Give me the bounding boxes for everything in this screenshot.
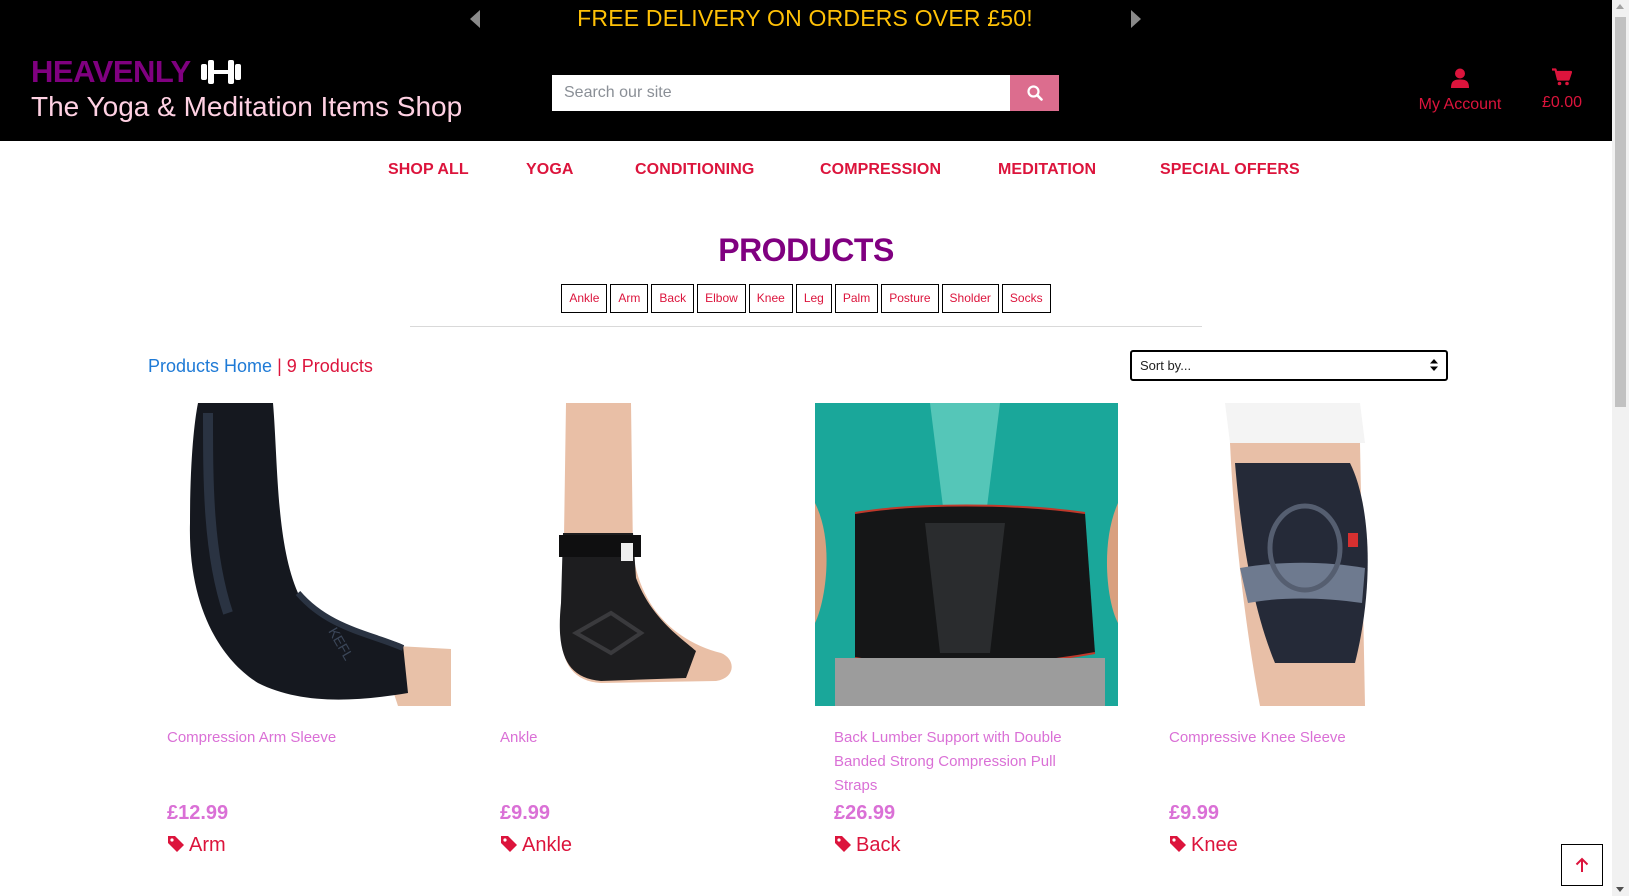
product-category-link[interactable]: Knee xyxy=(1169,832,1238,858)
product-price: £9.99 xyxy=(500,802,551,824)
shopping-cart-icon xyxy=(1552,68,1573,86)
user-icon xyxy=(1451,68,1469,88)
scroll-up-arrow-icon[interactable] xyxy=(1616,4,1624,9)
nav-meditation[interactable]: MEDITATION xyxy=(998,160,1096,180)
banner-prev-arrow-icon[interactable] xyxy=(466,8,486,30)
banner-next-arrow-icon[interactable] xyxy=(1125,8,1145,30)
filter-knee[interactable]: Knee xyxy=(748,284,793,313)
filter-socks[interactable]: Socks xyxy=(1001,284,1051,313)
brand-tagline: The Yoga & Meditation Items Shop xyxy=(31,91,463,122)
filter-ankle[interactable]: Ankle xyxy=(561,284,608,313)
nav-compression[interactable]: COMPRESSION xyxy=(820,160,941,180)
nav-special-offers[interactable]: SPECIAL OFFERS xyxy=(1160,160,1300,180)
scroll-down-arrow-icon[interactable] xyxy=(1616,887,1624,892)
product-category-label: Back xyxy=(856,834,901,856)
product-image-knee-sleeve[interactable] xyxy=(1150,403,1453,706)
product-image-back-support[interactable] xyxy=(815,403,1118,706)
product-name[interactable]: Compression Arm Sleeve xyxy=(167,726,427,750)
filter-back[interactable]: Back xyxy=(651,284,695,313)
my-account-label: My Account xyxy=(1418,96,1502,113)
product-category-label: Knee xyxy=(1191,834,1238,856)
product-card: Compressive Knee Sleeve £9.99 Knee xyxy=(1150,403,1453,856)
nav-conditioning[interactable]: CONDITIONING xyxy=(635,160,754,180)
product-category-link[interactable]: Arm xyxy=(167,832,226,858)
product-category-link[interactable]: Back xyxy=(834,832,900,858)
product-card: KEFL Compression Arm Sleeve £12.99 Arm xyxy=(148,403,451,856)
select-caret-icon xyxy=(1430,359,1438,371)
nav-shop-all[interactable]: SHOP ALL xyxy=(388,160,469,180)
product-category-label: Arm xyxy=(189,834,226,856)
section-divider xyxy=(410,326,1202,327)
category-filter-bar: Ankle Arm Back Elbow Knee Leg Palm Postu… xyxy=(0,284,1612,313)
product-name[interactable]: Compressive Knee Sleeve xyxy=(1169,726,1429,750)
scrollbar-thumb[interactable] xyxy=(1615,17,1626,407)
filter-palm[interactable]: Palm xyxy=(834,284,879,313)
filter-leg[interactable]: Leg xyxy=(795,284,832,313)
brand-logo[interactable]: HEAVENLY xyxy=(31,54,243,90)
product-category-link[interactable]: Ankle xyxy=(500,832,572,858)
cart-total: £0.00 xyxy=(1541,94,1583,111)
cart-link[interactable]: £0.00 xyxy=(1530,68,1594,113)
dumbbell-icon xyxy=(201,60,242,84)
product-count: 9 Products xyxy=(286,356,373,376)
product-card: Ankle £9.99 Ankle xyxy=(481,403,784,856)
product-image-arm-sleeve[interactable]: KEFL xyxy=(148,403,451,706)
delivery-banner: FREE DELIVERY ON ORDERS OVER £50! xyxy=(577,5,1033,31)
filter-posture[interactable]: Posture xyxy=(881,284,939,313)
nav-yoga[interactable]: YOGA xyxy=(526,160,574,180)
product-category-label: Ankle xyxy=(522,834,573,856)
product-price: £12.99 xyxy=(167,802,229,824)
product-image-ankle[interactable] xyxy=(481,403,784,706)
search-button[interactable] xyxy=(1010,75,1059,111)
tag-icon xyxy=(168,836,184,852)
breadcrumb: Products Home | 9 Products xyxy=(148,355,373,377)
page-title: PRODUCTS xyxy=(718,232,894,268)
search-icon xyxy=(1026,85,1043,101)
tag-icon xyxy=(1170,836,1186,852)
my-account-link[interactable]: My Account xyxy=(1405,68,1515,115)
arrow-up-icon xyxy=(1575,857,1589,872)
filter-arm[interactable]: Arm xyxy=(610,284,649,313)
product-price: £9.99 xyxy=(1169,802,1220,824)
page-scrollbar[interactable] xyxy=(1612,0,1629,896)
product-name[interactable]: Back Lumber Support with Double Banded S… xyxy=(834,726,1094,798)
filter-sholder[interactable]: Sholder xyxy=(941,284,999,313)
back-to-top-button[interactable] xyxy=(1561,844,1603,886)
search-input[interactable] xyxy=(552,75,1010,111)
site-header: FREE DELIVERY ON ORDERS OVER £50! HEAVEN… xyxy=(0,0,1612,141)
sort-select[interactable]: Sort by... xyxy=(1130,350,1448,381)
filter-elbow[interactable]: Elbow xyxy=(697,284,746,313)
main-navigation: SHOP ALL YOGA CONDITIONING COMPRESSION M… xyxy=(0,141,1612,197)
product-price: £26.99 xyxy=(834,802,896,824)
product-name[interactable]: Ankle xyxy=(500,726,760,750)
product-card: Back Lumber Support with Double Banded S… xyxy=(815,403,1118,856)
brand-name: HEAVENLY xyxy=(31,54,191,89)
tag-icon xyxy=(501,836,517,852)
sort-selected-value: Sort by... xyxy=(1140,358,1192,373)
breadcrumb-separator: | xyxy=(277,356,282,376)
products-home-link[interactable]: Products Home xyxy=(148,356,272,376)
tag-icon xyxy=(835,836,851,852)
